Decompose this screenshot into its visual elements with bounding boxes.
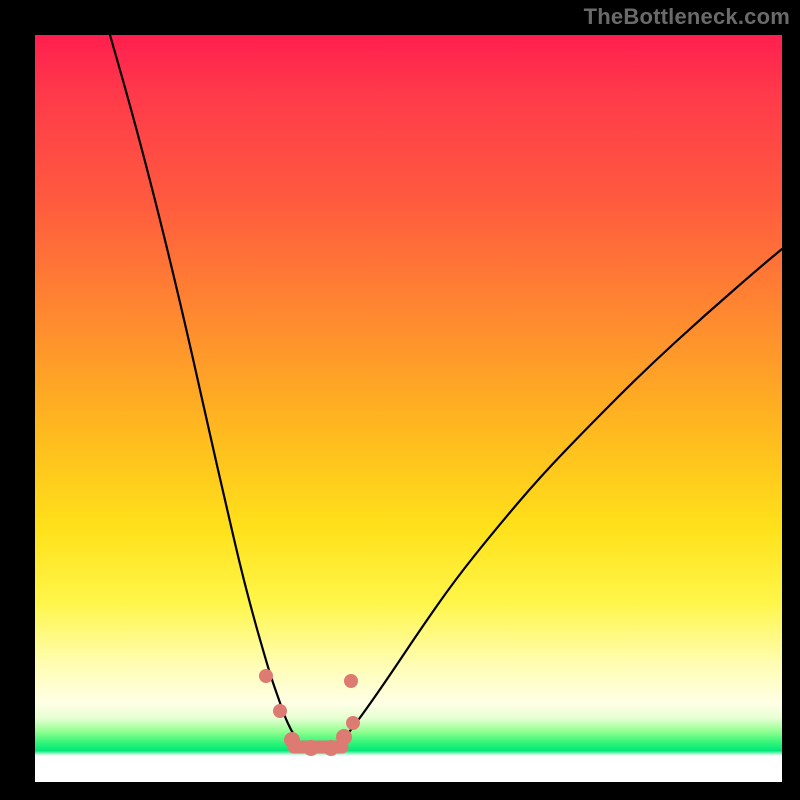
marker-dot bbox=[323, 740, 339, 756]
marker-dots bbox=[259, 669, 360, 756]
watermark-text: TheBottleneck.com bbox=[584, 4, 790, 30]
right-curve bbox=[335, 249, 782, 750]
chart-container: TheBottleneck.com bbox=[0, 0, 800, 800]
marker-dot bbox=[273, 704, 287, 718]
marker-dot bbox=[336, 729, 352, 745]
marker-dot bbox=[284, 732, 300, 748]
marker-dot bbox=[344, 674, 358, 688]
curve-layer bbox=[35, 35, 782, 782]
marker-dot bbox=[346, 716, 360, 730]
left-curve bbox=[110, 35, 307, 750]
marker-dot bbox=[303, 740, 319, 756]
plot-area bbox=[35, 35, 782, 782]
marker-dot bbox=[259, 669, 273, 683]
